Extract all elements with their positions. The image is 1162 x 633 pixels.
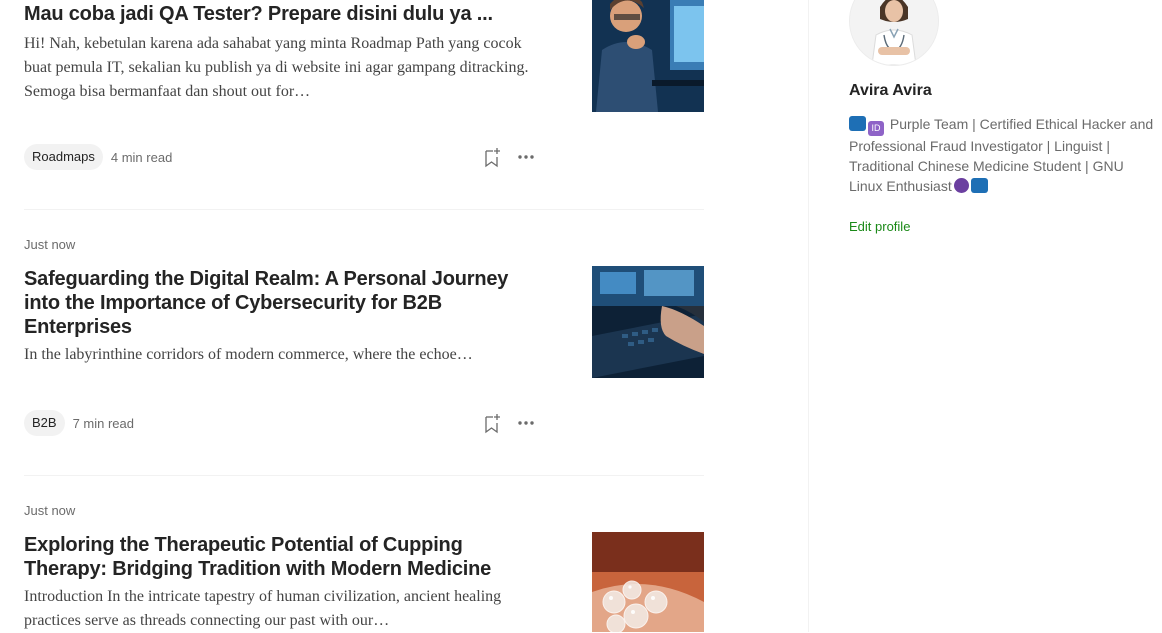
more-options-icon[interactable] <box>516 146 536 168</box>
hands-on-keyboard-image <box>592 266 704 378</box>
avatar[interactable] <box>849 0 939 66</box>
coder-emoji-icon <box>849 116 866 131</box>
article-card[interactable]: Just now Safeguarding the Digital Realm:… <box>24 237 704 436</box>
article-excerpt[interactable]: Introduction In the intricate tapestry o… <box>24 585 544 633</box>
cupping-glasses-image <box>592 532 704 632</box>
article-excerpt[interactable]: In the labyrinthine corridors of modern … <box>24 343 544 367</box>
profile-bio: ID Purple Team | Certified Ethical Hacke… <box>849 114 1155 196</box>
id-badge-emoji-icon: ID <box>868 121 884 136</box>
bookmark-add-icon[interactable] <box>482 146 502 168</box>
article-divider <box>24 209 704 210</box>
coder-emoji-icon <box>970 178 988 193</box>
doctor-avatar-image <box>850 0 938 65</box>
article-footer: Roadmaps 4 min read <box>24 143 536 171</box>
article-actions <box>482 409 536 437</box>
article-divider <box>24 475 704 476</box>
publish-time: Just now <box>24 237 76 252</box>
profile-bio-text: Purple Team | Certified Ethical Hacker a… <box>849 116 1154 194</box>
publish-time: Just now <box>24 503 76 518</box>
article-card[interactable]: Just now Exploring the Therapeutic Poten… <box>24 503 704 633</box>
article-thumbnail[interactable] <box>592 0 704 112</box>
article-card[interactable]: Mau coba jadi QA Tester? Prepare disini … <box>24 0 704 170</box>
person-at-computer-image <box>592 0 704 112</box>
article-actions <box>482 143 536 171</box>
article-title[interactable]: Safeguarding the Digital Realm: A Person… <box>24 267 544 339</box>
read-time: 4 min read <box>110 149 173 165</box>
profile-name: Avira Avira <box>849 82 932 99</box>
article-thumbnail[interactable] <box>592 532 704 632</box>
article-title[interactable]: Exploring the Therapeutic Potential of C… <box>24 533 544 581</box>
alien-emoji-icon <box>953 178 969 193</box>
sidebar-divider <box>808 0 809 632</box>
article-thumbnail[interactable] <box>592 266 704 378</box>
article-title[interactable]: Mau coba jadi QA Tester? Prepare disini … <box>24 2 544 26</box>
edit-profile-link[interactable]: Edit profile <box>849 219 910 234</box>
topic-tag[interactable]: Roadmaps <box>24 144 103 170</box>
topic-tag[interactable]: B2B <box>24 410 65 436</box>
article-footer: B2B 7 min read <box>24 409 536 437</box>
read-time: 7 min read <box>72 415 134 431</box>
bookmark-add-icon[interactable] <box>482 412 502 434</box>
article-excerpt[interactable]: Hi! Nah, kebetulan karena ada sahabat ya… <box>24 32 544 104</box>
article-feed: Mau coba jadi QA Tester? Prepare disini … <box>0 0 808 632</box>
more-options-icon[interactable] <box>516 412 536 434</box>
